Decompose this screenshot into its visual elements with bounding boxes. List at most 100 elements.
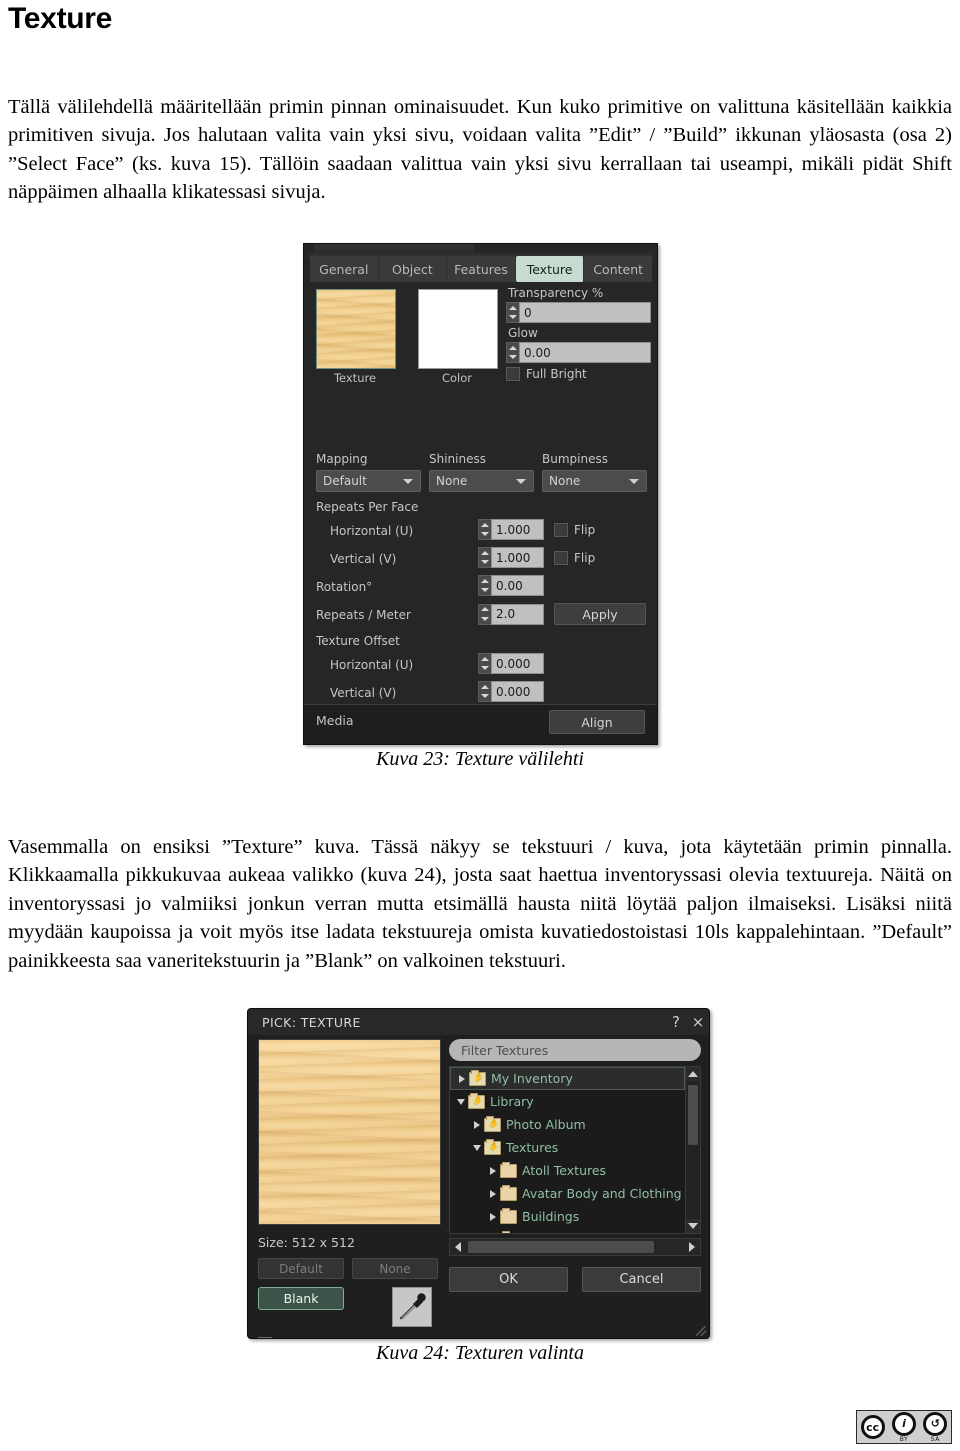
tree-item-photo-album[interactable]: ✋ Photo Album: [450, 1113, 685, 1136]
repeats-per-meter-stepper[interactable]: 2.0: [478, 603, 544, 625]
offset-vertical-row[interactable]: 0.000: [478, 681, 544, 702]
offset-horizontal-input[interactable]: 0.000: [491, 653, 544, 674]
flip-checkbox[interactable]: [554, 522, 568, 537]
tab-texture[interactable]: Texture: [515, 256, 585, 282]
blank-button[interactable]: Blank: [258, 1287, 344, 1310]
tab-features[interactable]: Features: [447, 256, 516, 282]
stepper-up-icon[interactable]: [479, 682, 491, 692]
rotation-input[interactable]: 0.00: [491, 575, 544, 596]
stepper-buttons[interactable]: [478, 603, 491, 625]
stepper-up-icon[interactable]: [507, 303, 519, 313]
tree-item-avatar-body-and-clothing[interactable]: Avatar Body and Clothing Temp: [450, 1182, 685, 1205]
resize-grip[interactable]: [696, 1326, 706, 1336]
rotation-stepper[interactable]: 0.00: [478, 575, 544, 596]
flip-checkbox[interactable]: [554, 550, 568, 565]
rotation-row[interactable]: 0.00: [478, 575, 544, 596]
full-bright-row[interactable]: Full Bright: [506, 367, 651, 381]
help-icon[interactable]: ?: [665, 1013, 687, 1031]
apply-now-row[interactable]: Apply now: [258, 1336, 441, 1338]
expander-expanded-icon[interactable]: [470, 1144, 484, 1151]
stepper-down-icon[interactable]: [479, 530, 491, 540]
repeats-horizontal-input[interactable]: 1.000: [491, 519, 544, 540]
stepper-down-icon[interactable]: [507, 353, 519, 363]
offset-vertical-input[interactable]: 0.000: [491, 681, 544, 702]
texture-swatch[interactable]: [316, 289, 396, 369]
stepper-down-icon[interactable]: [479, 586, 491, 596]
tab-content[interactable]: Content: [584, 256, 652, 282]
hscrollbar-thumb[interactable]: [468, 1241, 654, 1253]
repeats-vertical-row[interactable]: 1.000 Flip: [478, 547, 595, 568]
repeats-horizontal-row[interactable]: 1.000 Flip: [478, 519, 595, 540]
align-button[interactable]: Align: [549, 710, 645, 734]
stepper-up-icon[interactable]: [479, 654, 491, 664]
tree-horizontal-scrollbar[interactable]: [449, 1238, 701, 1256]
stepper-down-icon[interactable]: [507, 313, 519, 323]
stepper-up-icon[interactable]: [507, 343, 519, 353]
stepper-down-icon[interactable]: [479, 614, 491, 624]
stepper-up-icon[interactable]: [479, 605, 491, 615]
tree-item-textures[interactable]: ✋ Textures: [450, 1136, 685, 1159]
offset-horizontal-stepper[interactable]: 0.000: [478, 653, 544, 674]
glow-stepper[interactable]: 0.00: [506, 342, 651, 363]
offset-vertical-stepper[interactable]: 0.000: [478, 681, 544, 702]
scroll-left-icon[interactable]: [450, 1242, 466, 1252]
tree-items[interactable]: ✋ My Inventory ✋ Library ✋ Photo Album ✋…: [450, 1067, 685, 1233]
offset-horizontal-row[interactable]: 0.000: [478, 653, 544, 674]
tree-item-my-inventory[interactable]: ✋ My Inventory: [450, 1067, 685, 1090]
tree-item-buildings[interactable]: Buildings: [450, 1205, 685, 1228]
stepper-down-icon[interactable]: [479, 558, 491, 568]
bumpiness-select[interactable]: None: [542, 470, 647, 492]
none-button[interactable]: None: [352, 1258, 438, 1279]
scrollbar-thumb[interactable]: [688, 1085, 698, 1145]
cancel-button[interactable]: Cancel: [582, 1267, 701, 1292]
stepper-down-icon[interactable]: [479, 664, 491, 674]
mapping-select[interactable]: Default: [316, 470, 421, 492]
apply-now-checkbox[interactable]: [258, 1336, 272, 1338]
transparency-input[interactable]: 0: [519, 302, 651, 323]
glow-input[interactable]: 0.00: [519, 342, 651, 363]
stepper-buttons[interactable]: [478, 519, 491, 540]
panel-tabs[interactable]: General Object Features Texture Content: [310, 256, 652, 282]
stepper-up-icon[interactable]: [479, 576, 491, 586]
shininess-select[interactable]: None: [429, 470, 534, 492]
close-icon[interactable]: ×: [687, 1013, 709, 1031]
dialog-titlebar[interactable]: PICK: TEXTURE ? ×: [248, 1009, 709, 1035]
filter-textures-input[interactable]: Filter Textures: [449, 1039, 701, 1061]
color-swatch[interactable]: [418, 289, 498, 369]
dialog-button-row[interactable]: OK Cancel: [449, 1267, 701, 1292]
repeats-vertical-flip[interactable]: Flip: [554, 550, 595, 565]
repeats-per-meter-input[interactable]: 2.0: [491, 603, 544, 625]
expander-expanded-icon[interactable]: [454, 1098, 468, 1105]
stepper-up-icon[interactable]: [479, 520, 491, 530]
tree-item-atoll-textures[interactable]: Atoll Textures: [450, 1159, 685, 1182]
eyedropper-icon[interactable]: [392, 1287, 432, 1327]
tab-general[interactable]: General: [310, 256, 379, 282]
inventory-tree[interactable]: ✋ My Inventory ✋ Library ✋ Photo Album ✋…: [449, 1066, 701, 1234]
full-bright-checkbox[interactable]: [506, 367, 520, 381]
apply-button[interactable]: Apply: [554, 603, 646, 625]
expander-collapsed-icon[interactable]: [486, 1166, 500, 1175]
texture-picker-dialog[interactable]: PICK: TEXTURE ? × Size: 512 x 512 Defaul…: [247, 1008, 710, 1339]
repeats-vertical-input[interactable]: 1.000: [491, 547, 544, 568]
texture-preview[interactable]: [258, 1039, 441, 1225]
scroll-up-icon[interactable]: [686, 1067, 700, 1081]
stepper-down-icon[interactable]: [479, 692, 491, 702]
expander-collapsed-icon[interactable]: [486, 1189, 500, 1198]
expander-collapsed-icon[interactable]: [486, 1212, 500, 1221]
tab-object[interactable]: Object: [378, 256, 448, 282]
ok-button[interactable]: OK: [449, 1267, 568, 1292]
transparency-stepper[interactable]: 0: [506, 302, 651, 323]
tree-item-library[interactable]: ✋ Library: [450, 1090, 685, 1113]
transparency-stepper-buttons[interactable]: [506, 302, 519, 323]
scroll-down-icon[interactable]: [686, 1219, 700, 1233]
expander-collapsed-icon[interactable]: [455, 1074, 469, 1083]
default-button[interactable]: Default: [258, 1258, 344, 1279]
edit-tools-texture-panel[interactable]: General Object Features Texture Content …: [303, 243, 658, 745]
stepper-up-icon[interactable]: [479, 548, 491, 558]
repeats-horizontal-stepper[interactable]: 1.000: [478, 519, 544, 540]
repeats-per-meter-row[interactable]: 2.0 Apply: [478, 603, 646, 625]
repeats-horizontal-flip[interactable]: Flip: [554, 522, 595, 537]
scroll-right-icon[interactable]: [684, 1242, 700, 1252]
glow-stepper-buttons[interactable]: [506, 342, 519, 363]
tree-item-dirt-sand-ground[interactable]: Dirt, Sand, Ground: [450, 1228, 685, 1233]
